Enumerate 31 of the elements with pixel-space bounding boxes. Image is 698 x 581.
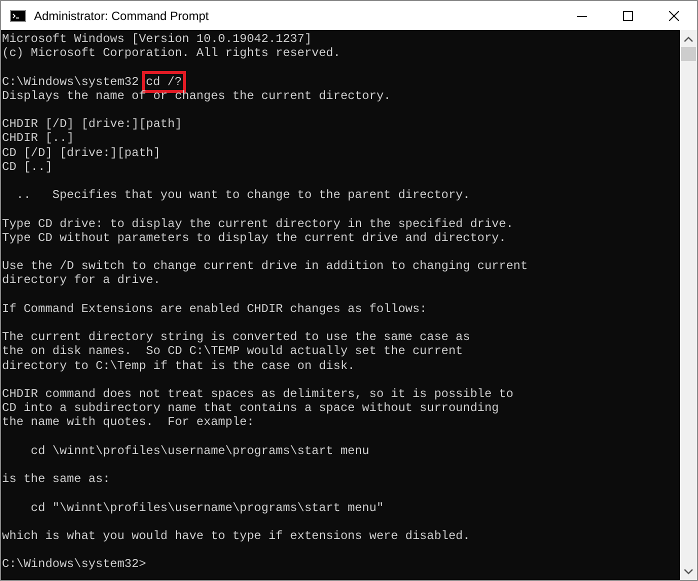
command-prompt: C:\Windows\system32 xyxy=(2,74,139,89)
console-line: is the same as: xyxy=(2,472,110,486)
console-line: If Command Extensions are enabled CHDIR changes as follows: xyxy=(2,302,427,316)
console-line: cd "\winnt\profiles\username\programs\start menu" xyxy=(30,500,384,515)
console-line: CD into a subdirectory name that contains a space without surrounding xyxy=(2,401,499,416)
console-line: CD [..] xyxy=(2,160,52,174)
console-line: which is what you would have to type if extensions were disabled. xyxy=(2,528,470,544)
console-line: directory to C:\Temp if that is the case on disk. xyxy=(2,358,355,373)
console-line: the name with quotes. For example: xyxy=(2,415,254,430)
scroll-bar[interactable] xyxy=(680,30,697,580)
console-line: CHDIR [..] xyxy=(2,131,74,146)
window-title: Administrator: Command Prompt xyxy=(34,8,210,22)
console-line: the on disk names. So CD C:\TEMP would actually set the current xyxy=(2,344,463,359)
console-line: CD [/D] [drive:][path] xyxy=(2,146,160,160)
console-line: CHDIR command does not treat spaces as delimiters, so it is possible to xyxy=(2,386,514,402)
console-line: Microsoft Windows [Version 10.0.19042.1237] xyxy=(2,32,312,46)
console-line: Use the /D switch to change current drive in addition to changing current xyxy=(2,259,528,274)
console-line: directory for a drive. xyxy=(2,273,160,288)
console-line: C:\Windows\system32> xyxy=(2,557,146,572)
terminal-icon xyxy=(10,10,26,22)
scroll-thumb[interactable] xyxy=(681,47,696,61)
maximize-icon xyxy=(623,10,633,20)
close-icon xyxy=(669,10,679,20)
console-line: cd \winnt\profiles\username\programs\start menu xyxy=(30,444,370,458)
console-line: Displays the name of or changes the current directory. xyxy=(2,88,391,103)
console-line: Type CD drive: to display the current directory in the specified drive. xyxy=(2,216,514,231)
console-line: .. Specifies that you want to change to the parent directory. xyxy=(15,188,470,202)
console-line: Type CD without parameters to display the current drive and directory. xyxy=(2,230,506,245)
console-line: (c) Microsoft Corporation. All rights reserved. xyxy=(2,46,340,60)
console-line: The current directory string is converted to use the same case as xyxy=(2,330,470,344)
console-line: CHDIR [/D] [drive:][path] xyxy=(2,117,182,132)
